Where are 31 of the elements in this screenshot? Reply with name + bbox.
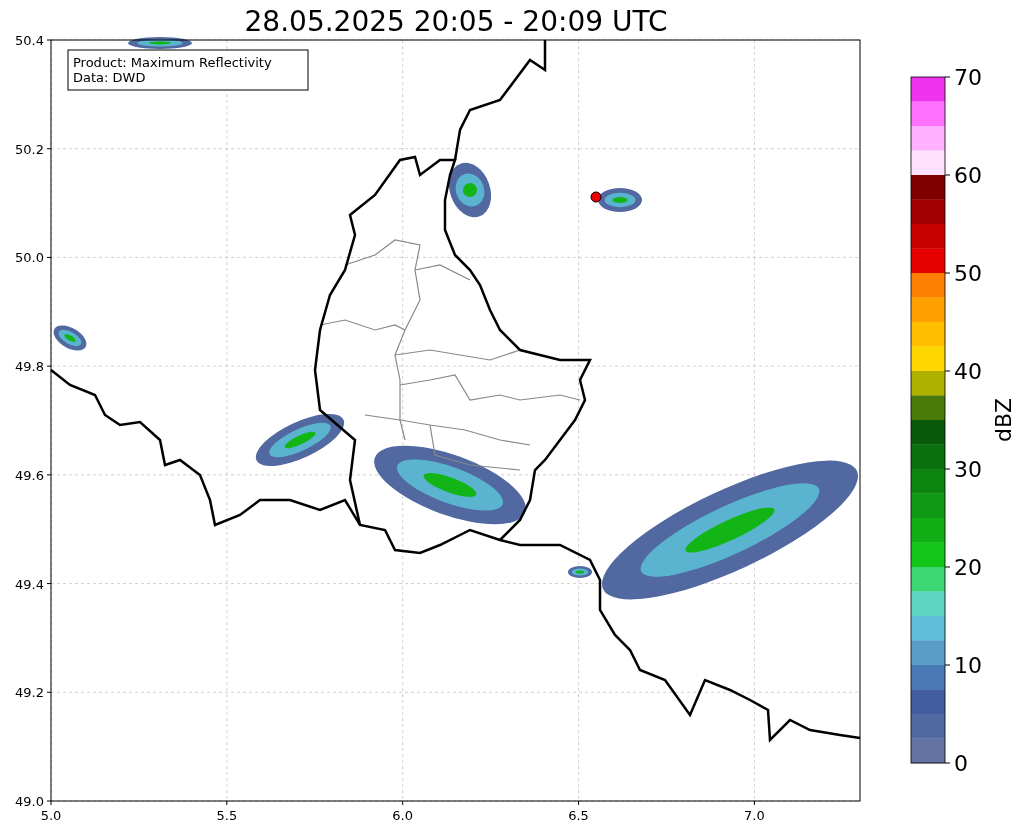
info-text: Data: DWD: [73, 70, 146, 85]
y-tick-label: 49.2: [15, 685, 44, 701]
y-tick-label: 49.4: [15, 576, 44, 592]
radar-echo: [598, 188, 642, 212]
radar-echo: [448, 162, 492, 218]
colorbar-tick-label: 60: [954, 163, 982, 188]
colorbar-tick-label: 10: [954, 653, 982, 678]
x-tick-label: 5.5: [216, 808, 238, 823]
chart-title: 28.05.2025 20:05 - 20:09 UTC: [244, 5, 668, 38]
colorbar-tick-label: 0: [954, 751, 968, 776]
y-tick-label: 50.2: [15, 141, 44, 157]
radar-echo: [128, 37, 192, 49]
colorbar-tick-label: 50: [954, 261, 982, 286]
colorbar-tick-label: 20: [954, 555, 982, 580]
colorbar-tick-label: 40: [954, 359, 982, 384]
colorbar-tick-label: 70: [954, 65, 982, 90]
location-marker: [590, 191, 602, 203]
radar-echo: [568, 566, 592, 578]
info-text: Product: Maximum Reflectivity: [73, 55, 272, 70]
y-tick-label: 50.0: [15, 250, 44, 266]
colorbar-tick-label: 30: [954, 457, 982, 482]
x-tick-label: 6.0: [392, 808, 414, 823]
y-tick-label: 49.0: [15, 794, 44, 809]
x-tick-label: 5.0: [40, 808, 62, 823]
colorbar-label: dBZ: [991, 397, 1016, 443]
y-tick-label: 49.6: [15, 467, 44, 483]
y-tick-label: 49.8: [15, 359, 44, 375]
y-tick-label: 50.4: [15, 33, 44, 48]
radar-echo: [53, 325, 87, 351]
x-tick-label: 6.5: [568, 808, 589, 823]
x-tick-label: 7.0: [744, 808, 765, 823]
